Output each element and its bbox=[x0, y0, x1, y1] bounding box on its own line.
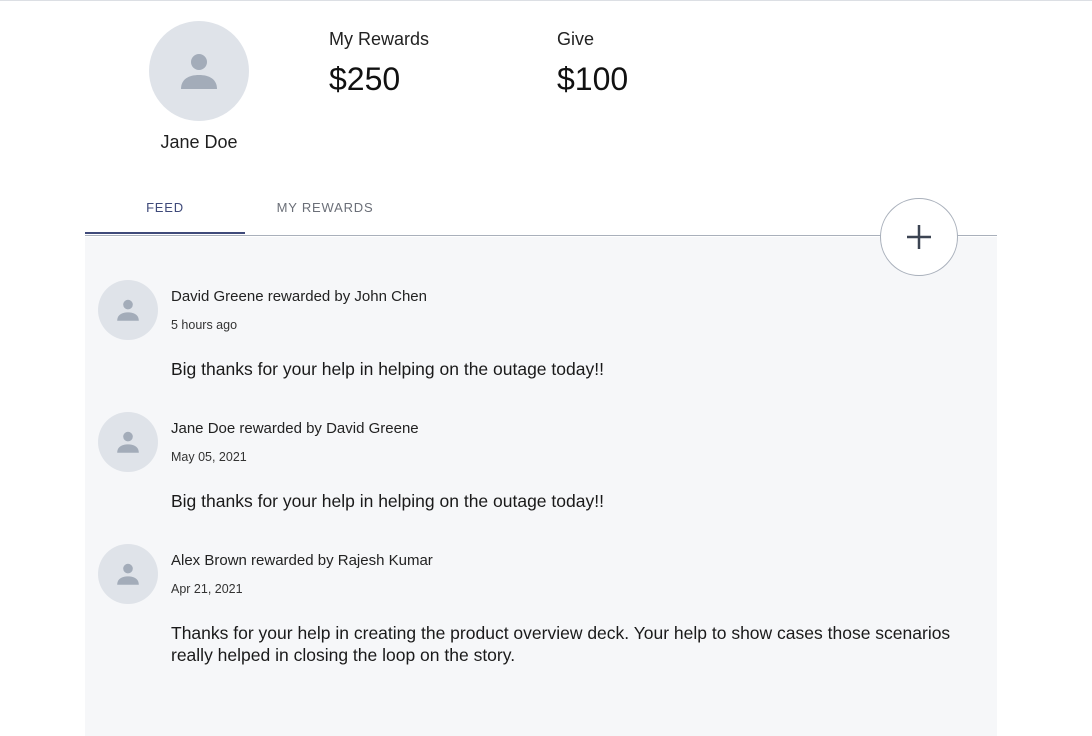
feed-item-message: Thanks for your help in creating the pro… bbox=[171, 623, 951, 665]
tab-my-rewards[interactable]: MY REWARDS bbox=[245, 191, 405, 232]
profile-name: Jane Doe bbox=[160, 132, 238, 152]
give-stat: Give $100 bbox=[557, 28, 628, 98]
person-icon bbox=[117, 299, 139, 321]
person-icon bbox=[117, 431, 139, 453]
tab-bar: FEED MY REWARDS bbox=[85, 191, 997, 236]
plus-icon bbox=[907, 225, 931, 249]
feed-item-time: May 05, 2021 bbox=[171, 450, 247, 464]
add-reward-button[interactable] bbox=[880, 198, 958, 276]
feed-list: David Greene rewarded by John Chen 5 hou… bbox=[85, 237, 997, 736]
person-icon bbox=[117, 563, 139, 585]
page: Jane Doe My Rewards $250 Give $100 FEED … bbox=[0, 0, 1092, 736]
feed-item-time: 5 hours ago bbox=[171, 318, 238, 332]
tab-feed[interactable]: FEED bbox=[85, 191, 245, 234]
give-label: Give bbox=[557, 29, 595, 49]
feed-item-time: Apr 21, 2021 bbox=[171, 582, 243, 596]
feed-item-title: Jane Doe rewarded by David Greene bbox=[171, 420, 419, 437]
person-icon bbox=[181, 54, 217, 89]
feed-item-message: Big thanks for your help in helping on t… bbox=[171, 491, 604, 511]
feed-item-title: Alex Brown rewarded by Rajesh Kumar bbox=[171, 552, 433, 569]
feed-avatar[interactable] bbox=[98, 412, 158, 472]
my-rewards-value: $250 bbox=[329, 61, 401, 97]
feed-item-title: David Greene rewarded by John Chen bbox=[171, 288, 427, 305]
profile-avatar[interactable] bbox=[149, 21, 249, 121]
give-value: $100 bbox=[557, 61, 629, 97]
my-rewards-label: My Rewards bbox=[329, 29, 430, 49]
tab-divider bbox=[85, 235, 997, 236]
feed-avatar[interactable] bbox=[98, 280, 158, 340]
my-rewards-stat: My Rewards $250 bbox=[329, 28, 429, 98]
feed-item-message: Big thanks for your help in helping on t… bbox=[171, 359, 604, 379]
feed-avatar[interactable] bbox=[98, 544, 158, 604]
